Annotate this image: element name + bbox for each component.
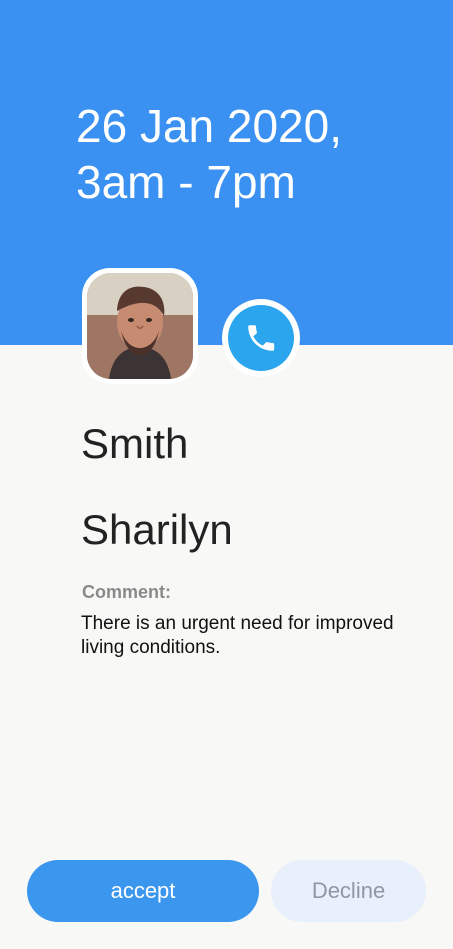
decline-button[interactable]: Decline xyxy=(271,860,426,922)
call-button-circle xyxy=(228,305,294,371)
accept-button[interactable]: accept xyxy=(27,860,259,922)
person-photo-icon xyxy=(87,273,193,379)
comment-text: There is an urgent need for improved liv… xyxy=(81,613,394,658)
last-name: Smith xyxy=(81,420,189,467)
avatar-photo xyxy=(87,273,193,379)
comment-label: Comment: xyxy=(82,582,171,602)
call-button[interactable] xyxy=(222,299,300,377)
avatar xyxy=(82,268,198,384)
date-line: 26 Jan 2020, xyxy=(76,100,343,152)
first-name: Sharilyn xyxy=(81,506,233,553)
phone-icon xyxy=(248,325,275,351)
time-range-line: 3am - 7pm xyxy=(76,156,296,208)
date-time-title: 26 Jan 2020, 3am - 7pm xyxy=(76,98,436,210)
request-screen: 26 Jan 2020, 3am - 7pm Smith Sharilyn Co… xyxy=(0,0,453,949)
